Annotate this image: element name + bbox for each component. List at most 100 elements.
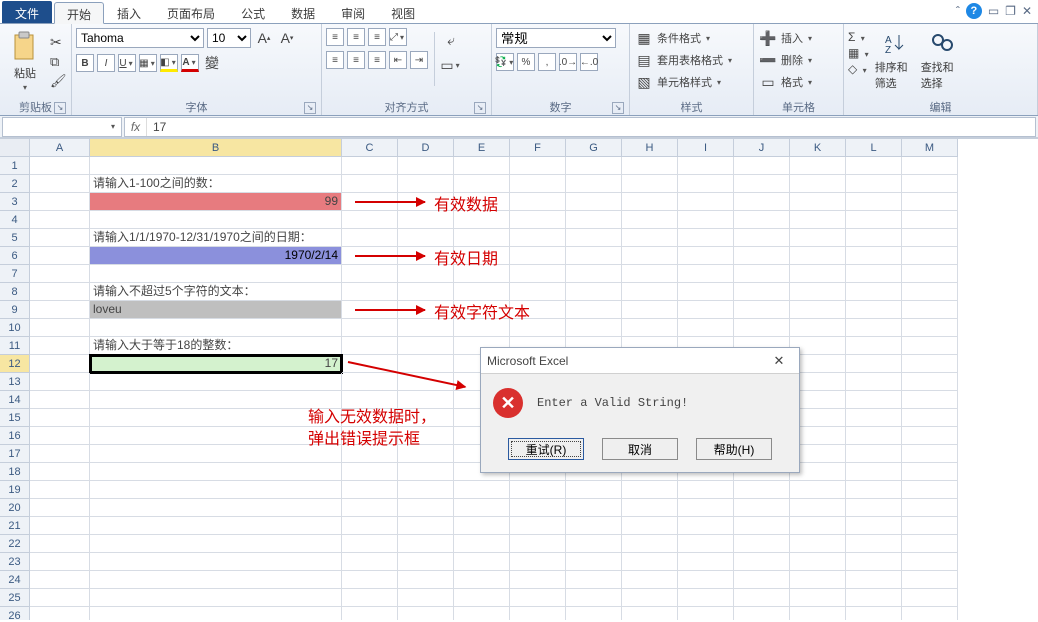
cell-E1[interactable] [454, 157, 510, 175]
cell-K4[interactable] [790, 211, 846, 229]
tab-data[interactable]: 数据 [278, 1, 328, 23]
cell-J5[interactable] [734, 229, 790, 247]
cell-M3[interactable] [902, 193, 958, 211]
cell-F24[interactable] [510, 571, 566, 589]
cell-D18[interactable] [398, 463, 454, 481]
row-header-21[interactable]: 21 [0, 517, 30, 535]
cell-I22[interactable] [678, 535, 734, 553]
cell-M4[interactable] [902, 211, 958, 229]
tab-insert[interactable]: 插入 [104, 1, 154, 23]
copy-icon[interactable]: ⧉ [50, 54, 67, 70]
increase-decimal-icon[interactable]: .0→ [559, 53, 577, 71]
cell-G24[interactable] [566, 571, 622, 589]
tab-formula[interactable]: 公式 [228, 1, 278, 23]
cell-A13[interactable] [30, 373, 90, 391]
row-header-11[interactable]: 11 [0, 337, 30, 355]
cell-F3[interactable] [510, 193, 566, 211]
cell-D23[interactable] [398, 553, 454, 571]
cell-H2[interactable] [622, 175, 678, 193]
dialog-close-button[interactable]: ✕ [765, 351, 793, 371]
cell-B13[interactable] [90, 373, 342, 391]
cell-B14[interactable] [90, 391, 342, 409]
merge-center-icon[interactable]: ▭▾ [441, 55, 461, 75]
cell-B4[interactable] [90, 211, 342, 229]
cell-L15[interactable] [846, 409, 902, 427]
cell-G9[interactable] [566, 301, 622, 319]
row-header-22[interactable]: 22 [0, 535, 30, 553]
cell-G3[interactable] [566, 193, 622, 211]
cell-L24[interactable] [846, 571, 902, 589]
cell-A25[interactable] [30, 589, 90, 607]
cell-B6[interactable]: 1970/2/14 [90, 247, 342, 265]
cell-M22[interactable] [902, 535, 958, 553]
cell-A14[interactable] [30, 391, 90, 409]
cell-A18[interactable] [30, 463, 90, 481]
cell-D1[interactable] [398, 157, 454, 175]
cell-E20[interactable] [454, 499, 510, 517]
font-color-button[interactable]: A▾ [181, 54, 199, 72]
cell-B24[interactable] [90, 571, 342, 589]
cell-H8[interactable] [622, 283, 678, 301]
cell-L10[interactable] [846, 319, 902, 337]
cell-B2[interactable]: 请输入1-100之间的数： [90, 175, 342, 193]
window-minimize-icon[interactable]: ▭ [988, 4, 999, 18]
cell-A15[interactable] [30, 409, 90, 427]
underline-button[interactable]: U▾ [118, 54, 136, 72]
cell-H3[interactable] [622, 193, 678, 211]
cell-J3[interactable] [734, 193, 790, 211]
cell-J1[interactable] [734, 157, 790, 175]
cut-icon[interactable]: ✂ [50, 34, 67, 51]
cell-D22[interactable] [398, 535, 454, 553]
spreadsheet-grid[interactable]: ABCDEFGHIJKLM 12345678910111213141516171… [0, 138, 1038, 620]
cell-K20[interactable] [790, 499, 846, 517]
cell-F1[interactable] [510, 157, 566, 175]
cell-K10[interactable] [790, 319, 846, 337]
cell-I7[interactable] [678, 265, 734, 283]
cell-D25[interactable] [398, 589, 454, 607]
cell-G20[interactable] [566, 499, 622, 517]
cell-F21[interactable] [510, 517, 566, 535]
paste-button[interactable]: 粘贴 ▾ [4, 28, 46, 94]
cell-A6[interactable] [30, 247, 90, 265]
help-icon[interactable]: ? [966, 3, 982, 19]
align-left-icon[interactable]: ≡ [326, 51, 344, 69]
cell-L14[interactable] [846, 391, 902, 409]
row-header-26[interactable]: 26 [0, 607, 30, 620]
cell-F4[interactable] [510, 211, 566, 229]
cell-J2[interactable] [734, 175, 790, 193]
cell-L3[interactable] [846, 193, 902, 211]
cell-I19[interactable] [678, 481, 734, 499]
cell-K26[interactable] [790, 607, 846, 620]
cell-I5[interactable] [678, 229, 734, 247]
cell-K7[interactable] [790, 265, 846, 283]
cell-G6[interactable] [566, 247, 622, 265]
cell-K8[interactable] [790, 283, 846, 301]
decrease-font-icon[interactable]: A▾ [277, 28, 297, 48]
cell-A24[interactable] [30, 571, 90, 589]
cell-J7[interactable] [734, 265, 790, 283]
column-header-E[interactable]: E [454, 139, 510, 157]
cell-L22[interactable] [846, 535, 902, 553]
cell-C7[interactable] [342, 265, 398, 283]
cell-B19[interactable] [90, 481, 342, 499]
window-restore-icon[interactable]: ❐ [1005, 4, 1016, 18]
cell-M7[interactable] [902, 265, 958, 283]
cell-G25[interactable] [566, 589, 622, 607]
cell-B16[interactable] [90, 427, 342, 445]
cell-H5[interactable] [622, 229, 678, 247]
select-all-button[interactable] [0, 139, 30, 157]
cell-C8[interactable] [342, 283, 398, 301]
number-format-select[interactable]: 常规 [496, 28, 616, 48]
cell-C5[interactable] [342, 229, 398, 247]
row-header-10[interactable]: 10 [0, 319, 30, 337]
cell-M16[interactable] [902, 427, 958, 445]
cell-H1[interactable] [622, 157, 678, 175]
cell-E23[interactable] [454, 553, 510, 571]
cell-L7[interactable] [846, 265, 902, 283]
cell-E22[interactable] [454, 535, 510, 553]
cell-A4[interactable] [30, 211, 90, 229]
cell-G26[interactable] [566, 607, 622, 620]
phonetic-icon[interactable]: 變 [202, 53, 222, 73]
cell-I23[interactable] [678, 553, 734, 571]
cell-K1[interactable] [790, 157, 846, 175]
